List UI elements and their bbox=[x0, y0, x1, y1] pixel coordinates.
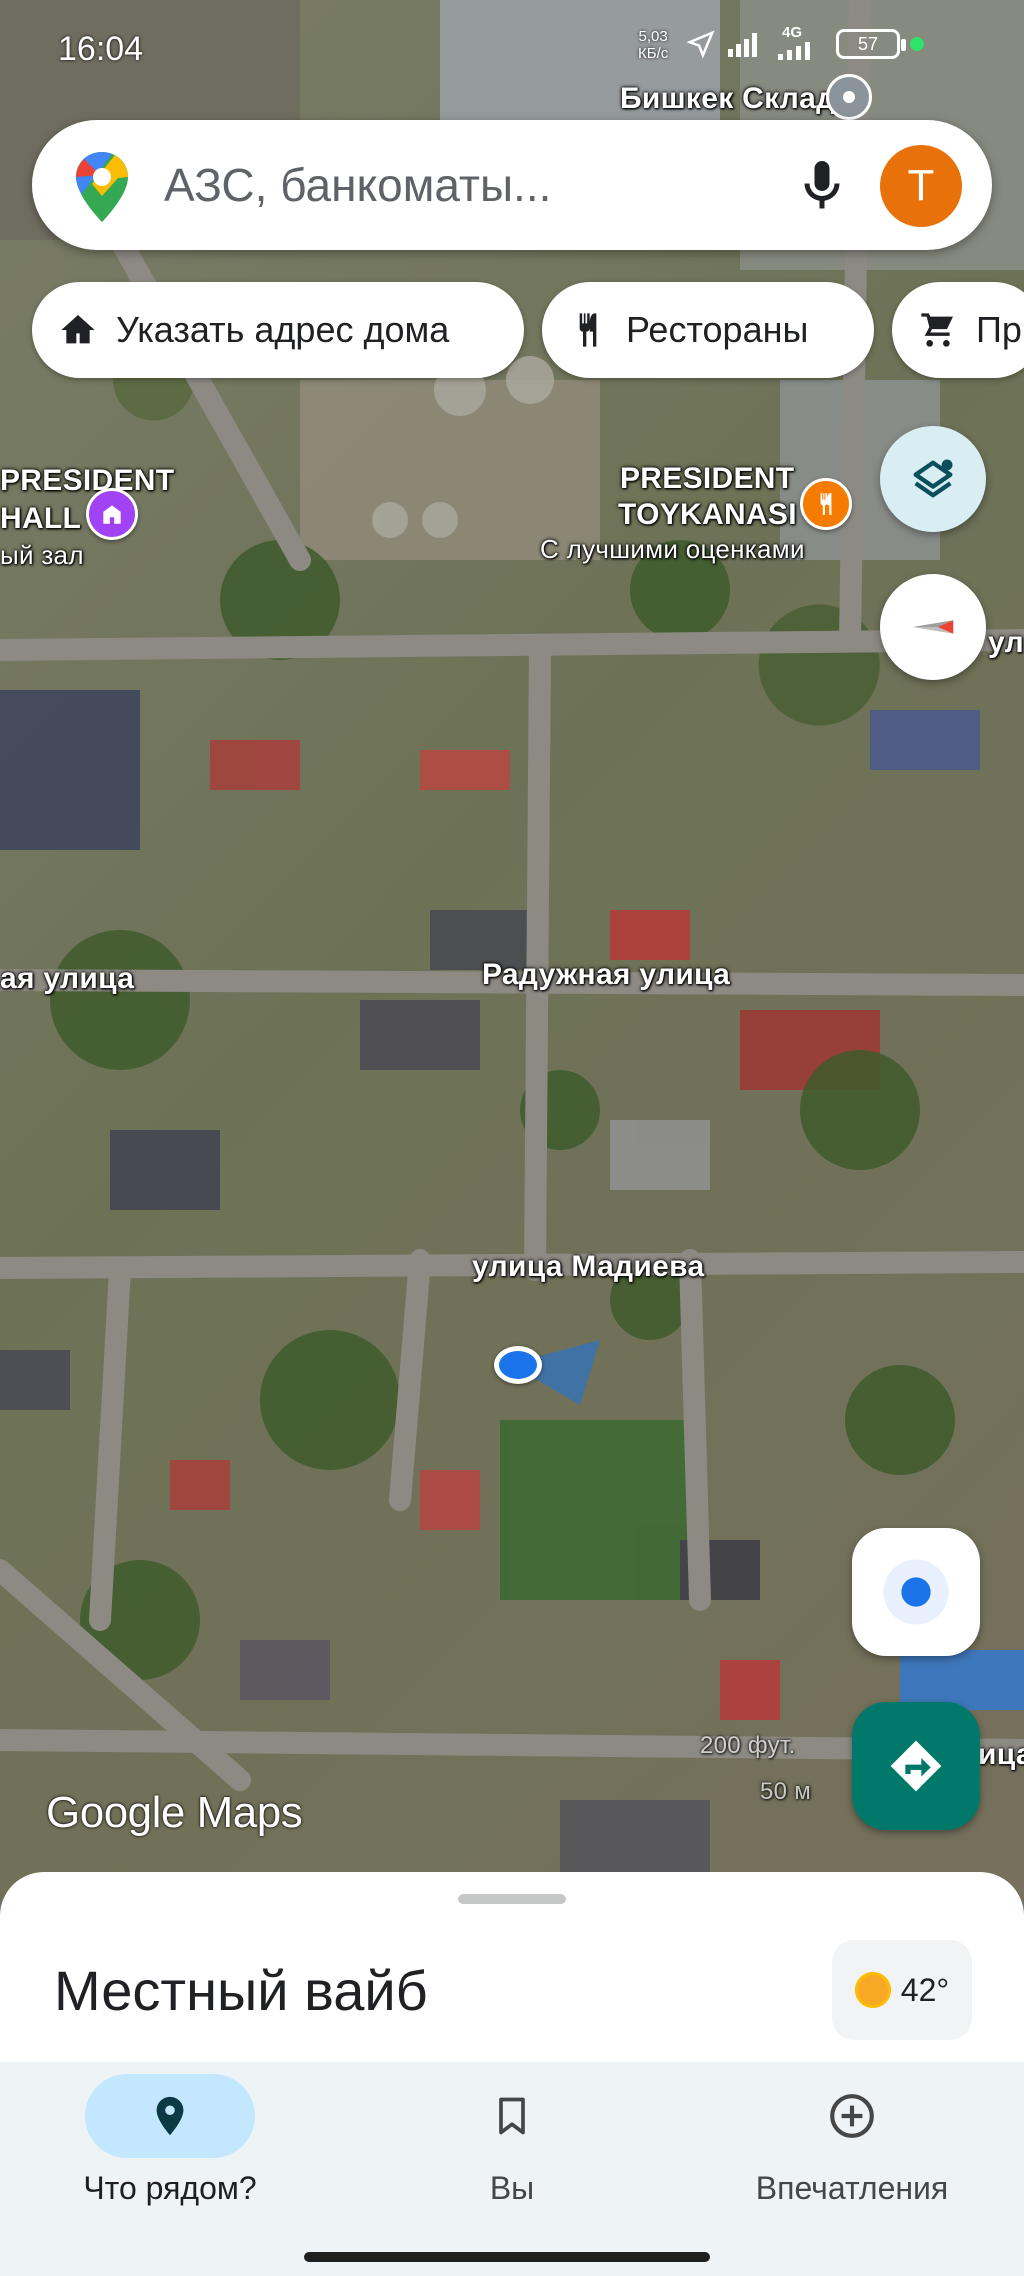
map-label-street-left: ая улица bbox=[0, 962, 135, 995]
map-label-street-right-bottom: ица bbox=[978, 1738, 1024, 1771]
chip-label: Указать адрес дома bbox=[116, 309, 450, 350]
event-hall-pin-icon[interactable] bbox=[86, 488, 138, 540]
battery-indicator: 57 bbox=[836, 29, 906, 59]
nav-explore[interactable]: Что рядом? bbox=[0, 2074, 340, 2207]
search-input[interactable]: АЗС, банкоматы... bbox=[164, 158, 551, 212]
location-arrow-icon bbox=[686, 30, 715, 59]
gesture-navigation-bar[interactable] bbox=[304, 2252, 710, 2262]
add-circle-icon bbox=[830, 2094, 874, 2138]
layers-button[interactable] bbox=[880, 426, 986, 532]
restaurant-icon bbox=[579, 313, 597, 347]
nav-label: Впечатления bbox=[755, 2170, 949, 2206]
network-4g-signal: 4G bbox=[776, 24, 826, 60]
search-bar[interactable]: АЗС, банкоматы... Т bbox=[32, 120, 992, 250]
scale-feet-label: 200 фут. bbox=[700, 1732, 796, 1759]
nav-you[interactable]: Вы bbox=[342, 2074, 682, 2207]
compass-icon bbox=[912, 620, 954, 634]
network-type: 4G bbox=[782, 24, 803, 41]
network-speed-unit: КБ/с bbox=[638, 45, 669, 62]
google-maps-watermark: Google Maps bbox=[46, 1788, 303, 1837]
layers-icon bbox=[913, 459, 953, 498]
map-label-hall-line2[interactable]: HALL bbox=[0, 502, 81, 536]
status-bar: 16:04 5,03 КБ/с 4G 57 bbox=[0, 0, 1024, 100]
sun-icon bbox=[854, 1972, 891, 2008]
shopping-cart-icon bbox=[921, 313, 953, 347]
compass-button[interactable] bbox=[880, 574, 986, 680]
chip-restaurants[interactable]: Рестораны bbox=[542, 282, 874, 378]
bottom-sheet[interactable]: Местный вайб 42° bbox=[0, 1872, 1024, 2062]
map-label-hall-subtitle: ый зал bbox=[0, 540, 84, 570]
account-avatar[interactable]: Т bbox=[880, 145, 962, 227]
temperature: 42° bbox=[900, 1971, 950, 2008]
nav-label: Вы bbox=[489, 2170, 535, 2206]
privacy-indicator-dot bbox=[910, 37, 924, 51]
map-label-toykanasi-subtitle: С лучшими оценками bbox=[540, 534, 805, 564]
bottom-navigation: Что рядом? Вы Впечатления bbox=[0, 2062, 1024, 2276]
map-label-raduzhnaya-street: Радужная улица bbox=[482, 958, 731, 991]
restaurant-pin-icon[interactable] bbox=[800, 478, 852, 530]
weather-chip[interactable]: 42° bbox=[832, 1940, 972, 2040]
my-location-icon bbox=[883, 1559, 949, 1625]
bookmark-icon bbox=[499, 2097, 525, 2135]
status-icons: 4G 57 bbox=[686, 24, 924, 60]
map-label-toykanasi-line2[interactable]: TOYKANASI bbox=[618, 498, 797, 532]
my-location-button[interactable] bbox=[852, 1528, 980, 1656]
current-location-dot bbox=[494, 1346, 542, 1384]
nav-pill bbox=[767, 2074, 937, 2158]
location-pin-icon bbox=[156, 2096, 184, 2136]
home-icon bbox=[61, 315, 95, 344]
map-label-hall-line1[interactable]: PRESIDENT bbox=[0, 464, 174, 498]
signal-icon bbox=[728, 33, 757, 57]
microphone-icon[interactable] bbox=[792, 156, 852, 216]
nav-contribute[interactable]: Впечатления bbox=[682, 2074, 1022, 2207]
sheet-drag-handle[interactable] bbox=[458, 1894, 566, 1904]
chip-label: Пр bbox=[976, 309, 1022, 350]
directions-icon bbox=[890, 1740, 942, 1792]
directions-button[interactable] bbox=[852, 1702, 980, 1830]
nav-label: Что рядом? bbox=[83, 2170, 257, 2206]
chip-label: Рестораны bbox=[626, 309, 809, 350]
scale-meters-label: 50 м bbox=[760, 1778, 812, 1805]
nav-pill bbox=[85, 2074, 255, 2158]
chip-shopping[interactable]: Пр bbox=[892, 282, 1024, 378]
map-label-madieva-street: улица Мадиева bbox=[472, 1250, 705, 1283]
signal-icon-2 bbox=[778, 42, 810, 60]
map-label-toykanasi-line1[interactable]: PRESIDENT bbox=[620, 462, 794, 496]
map-label-street-right-top: ул bbox=[988, 626, 1024, 659]
nav-pill bbox=[427, 2074, 597, 2158]
network-speed-value: 5,03 bbox=[638, 28, 668, 45]
sheet-title: Местный вайб bbox=[54, 1959, 428, 2022]
status-time: 16:04 bbox=[58, 30, 144, 68]
google-maps-logo-icon bbox=[76, 152, 128, 222]
chip-set-home-address[interactable]: Указать адрес дома bbox=[32, 282, 524, 378]
network-speed: 5,03 КБ/с bbox=[638, 28, 668, 62]
